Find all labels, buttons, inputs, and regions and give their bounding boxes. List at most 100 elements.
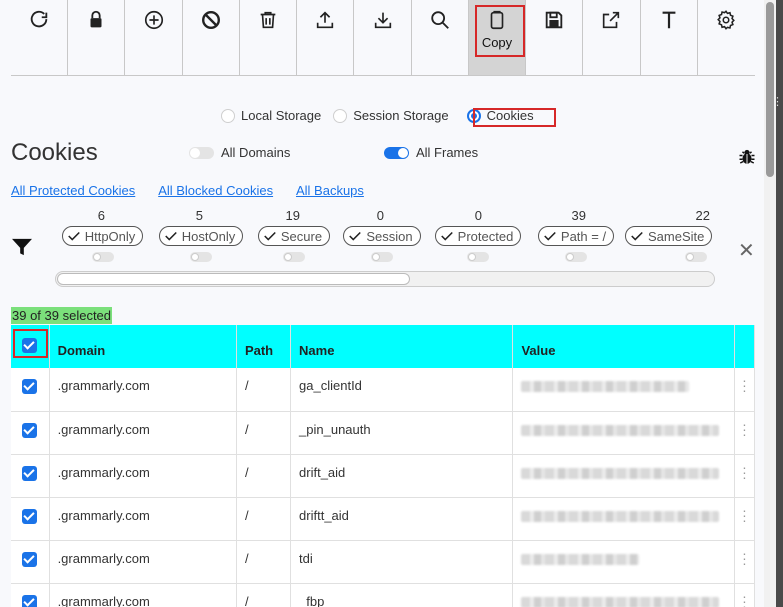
export-button[interactable]: [354, 0, 412, 75]
filter-count: 0: [376, 208, 384, 223]
delete-button[interactable]: [240, 0, 298, 75]
filters-scrollbar[interactable]: [55, 271, 715, 287]
row-checkbox[interactable]: [22, 508, 38, 524]
close-filters-icon[interactable]: ✕: [738, 238, 755, 263]
table-row[interactable]: .grammarly.com / tdi · · ·: [11, 540, 756, 584]
value-header[interactable]: Value: [512, 325, 735, 368]
filter-samesite: 22 SameSite: [625, 208, 715, 262]
lock-icon: [90, 10, 102, 28]
filter-toggle[interactable]: [91, 252, 114, 262]
check-icon: [544, 231, 556, 241]
local-storage-option[interactable]: Local Storage: [221, 108, 321, 123]
save-icon: [545, 11, 563, 29]
check-icon: [164, 231, 177, 241]
bug-icon[interactable]: [738, 148, 756, 166]
filter-chip[interactable]: SameSite: [625, 226, 713, 246]
filter-toggle[interactable]: [283, 252, 305, 262]
search-button[interactable]: [412, 0, 469, 75]
import-button[interactable]: [297, 0, 355, 75]
refresh-icon: [30, 10, 48, 28]
filter-chip[interactable]: HttpOnly: [61, 226, 144, 246]
row-menu-icon[interactable]: · · ·: [734, 540, 756, 584]
all-blocked-cookies-link[interactable]: All Blocked Cookies: [158, 183, 273, 198]
row-checkbox[interactable]: [22, 379, 38, 394]
all-protected-cookies-link[interactable]: All Protected Cookies: [11, 183, 135, 198]
path-cell: /: [236, 583, 292, 607]
filter-chip[interactable]: Secure: [257, 226, 331, 246]
local-storage-radio[interactable]: [221, 108, 235, 123]
redacted-value: [521, 510, 720, 522]
path-header[interactable]: Path: [236, 325, 292, 368]
filter-protected: 0 Protected: [428, 208, 528, 262]
gear-icon: [717, 10, 736, 30]
block-button[interactable]: [183, 0, 240, 75]
check-icon: [631, 231, 643, 241]
filter-chip[interactable]: Path = /: [537, 226, 615, 246]
redacted-value: [521, 381, 690, 392]
open-tab-button[interactable]: [583, 0, 641, 75]
table-row[interactable]: .grammarly.com / driftt_aid · · ·: [11, 497, 756, 541]
filter-httponly: 6 HttpOnly: [55, 208, 150, 262]
all-domains-label: All Domains: [221, 145, 291, 160]
all-domains-switch[interactable]: [189, 146, 214, 159]
filter-count: 5: [195, 208, 203, 223]
table-row[interactable]: .grammarly.com / drift_aid · · ·: [11, 454, 756, 498]
upload-icon: [317, 11, 334, 29]
filter-toggle[interactable]: [371, 252, 393, 262]
filter-path: 39 Path = /: [530, 208, 622, 262]
all-backups-link[interactable]: All Backups: [296, 183, 364, 198]
settings-button[interactable]: [698, 0, 755, 75]
add-cookie-button[interactable]: [125, 0, 183, 75]
domain-header[interactable]: Domain: [49, 325, 237, 368]
filter-chip[interactable]: HostOnly: [158, 226, 244, 246]
check-icon: [440, 231, 453, 241]
session-storage-option[interactable]: Session Storage: [333, 108, 449, 123]
refresh-button[interactable]: [11, 0, 69, 75]
path-cell: /: [236, 368, 292, 412]
all-domains-toggle[interactable]: All Domains: [189, 145, 290, 160]
name-cell: driftt_aid: [290, 497, 514, 541]
row-checkbox[interactable]: [22, 422, 38, 438]
table-row[interactable]: .grammarly.com / _pin_unauth · · ·: [11, 411, 756, 455]
vertical-scrollbar-thumb[interactable]: [766, 2, 774, 177]
filter-count: 39: [571, 208, 586, 223]
row-menu-icon[interactable]: · · ·: [734, 411, 756, 455]
table-row[interactable]: .grammarly.com / _fbp · · ·: [11, 583, 756, 607]
filter-chips: 6 HttpOnly 5 HostOnly 19 Secure 0 Sessio…: [55, 208, 715, 264]
row-menu-icon[interactable]: · · ·: [734, 368, 756, 412]
filter-chip[interactable]: Protected: [434, 226, 522, 246]
filter-toggle[interactable]: [685, 252, 707, 262]
filter-icon[interactable]: [11, 237, 33, 257]
filters-scrollbar-thumb[interactable]: [57, 273, 410, 285]
check-icon: [349, 231, 362, 241]
table-row[interactable]: .grammarly.com / ga_clientId · · ·: [11, 368, 756, 412]
session-storage-radio[interactable]: [333, 108, 348, 123]
filter-toggle[interactable]: [565, 252, 587, 262]
domain-cell: .grammarly.com: [49, 540, 237, 584]
path-cell: /: [236, 454, 292, 498]
filter-toggle[interactable]: [467, 252, 489, 262]
row-menu-icon[interactable]: · · ·: [734, 583, 756, 607]
row-select-cell: [11, 497, 50, 541]
name-cell: drift_aid: [290, 454, 514, 498]
filter-session: 0 Session: [338, 208, 426, 262]
row-checkbox[interactable]: [22, 465, 38, 481]
row-checkbox[interactable]: [22, 551, 38, 567]
text-button[interactable]: [641, 0, 698, 75]
row-menu-icon[interactable]: · · ·: [734, 454, 756, 498]
row-select-cell: [11, 411, 50, 455]
lock-button[interactable]: [68, 0, 126, 75]
all-frames-toggle[interactable]: All Frames: [384, 145, 478, 160]
redacted-value: [521, 467, 720, 479]
block-icon: [201, 11, 220, 29]
name-header[interactable]: Name: [290, 325, 514, 368]
filter-toggle[interactable]: [190, 252, 212, 262]
all-frames-switch[interactable]: [384, 146, 409, 159]
filter-count: 19: [285, 208, 300, 223]
save-button[interactable]: [526, 0, 584, 75]
name-cell: ga_clientId: [290, 368, 514, 412]
row-checkbox[interactable]: [22, 594, 38, 607]
row-menu-icon[interactable]: · · ·: [734, 497, 756, 541]
filter-label: SameSite: [648, 228, 705, 244]
filter-chip[interactable]: Session: [343, 226, 421, 246]
